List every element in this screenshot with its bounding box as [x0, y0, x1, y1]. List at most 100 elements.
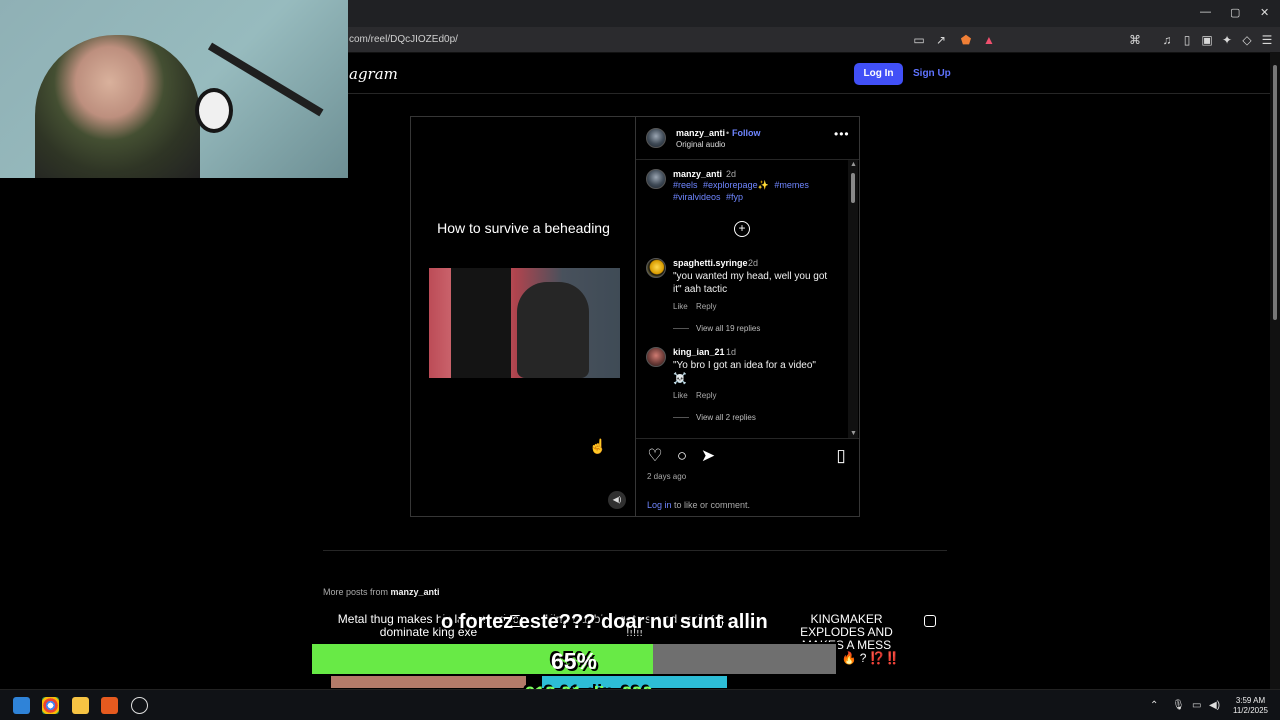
- page-scroll-thumb[interactable]: [1273, 65, 1277, 320]
- reel-icon: [924, 615, 936, 627]
- network-icon[interactable]: ▭: [1192, 700, 1201, 711]
- follow-link[interactable]: Follow: [732, 128, 761, 138]
- share-icon[interactable]: ➤: [699, 447, 717, 465]
- like-comment-button[interactable]: Like: [673, 391, 688, 400]
- comments-list: manzy_anti 2d #reels #explorepage✨ #meme…: [636, 160, 848, 438]
- comment-username[interactable]: spaghetti.syringe: [673, 258, 748, 268]
- clock-date: 11/2/2025: [1233, 706, 1268, 715]
- chrome-icon[interactable]: [42, 697, 59, 714]
- separator-dot: •: [726, 128, 730, 138]
- comment-text: "Yo bro I got an idea for a video": [673, 360, 816, 371]
- login-prompt: Log in to like or comment.: [647, 500, 750, 510]
- video-person: [451, 268, 511, 378]
- add-icon[interactable]: +: [734, 221, 750, 237]
- more-options-icon[interactable]: •••: [834, 127, 850, 141]
- divider: [636, 438, 859, 439]
- video-frame: [429, 268, 620, 378]
- login-button[interactable]: Log In: [854, 63, 903, 85]
- post-timestamp: 2 days ago: [647, 472, 687, 481]
- close-icon[interactable]: ✕: [1260, 6, 1269, 19]
- hashtag[interactable]: #memes: [774, 180, 809, 190]
- comment-time: 1d: [726, 347, 737, 357]
- scroll-down-icon[interactable]: ▼: [850, 430, 857, 437]
- more-posts-username[interactable]: manzy_anti: [391, 587, 440, 597]
- login-prompt-text: to like or comment.: [671, 500, 751, 510]
- clock-time: 3:59 AM: [1235, 696, 1266, 705]
- avatar[interactable]: [646, 169, 666, 189]
- webcam-overlay: [0, 0, 348, 178]
- reply-line: [673, 328, 689, 329]
- login-link[interactable]: Log in: [647, 500, 672, 510]
- maximize-icon[interactable]: ▢: [1230, 6, 1240, 19]
- donation-percent: 65%: [550, 648, 598, 674]
- reply-line: [673, 417, 689, 418]
- media-icon[interactable]: ♫: [1159, 32, 1175, 48]
- comment-text: "you wanted my head, well you got it" aa…: [673, 271, 828, 295]
- comment-icon[interactable]: ○: [673, 447, 691, 465]
- brave-icon[interactable]: [101, 697, 118, 714]
- microphone-icon[interactable]: 🎙: [1172, 700, 1185, 711]
- hashtag[interactable]: #viralvideos: [673, 192, 721, 202]
- signup-link[interactable]: Sign Up: [913, 68, 951, 79]
- brave-shield-icon[interactable]: ⬟: [958, 32, 974, 48]
- obs-icon[interactable]: [131, 697, 148, 714]
- vpn-icon[interactable]: ◇: [1239, 32, 1255, 48]
- heart-icon[interactable]: ♡: [646, 447, 664, 465]
- reply-button[interactable]: Reply: [696, 391, 716, 400]
- windows-start-icon[interactable]: [13, 697, 30, 714]
- windows-taskbar: ⌃ 🎙 ▭ ◀) 3:59 AM 11/2/2025: [0, 689, 1280, 720]
- ai-icon[interactable]: ✦: [1219, 32, 1235, 48]
- reply-button[interactable]: Reply: [696, 302, 716, 311]
- comment-username[interactable]: king_ian_21: [673, 347, 725, 357]
- share-icon[interactable]: ↗: [933, 32, 949, 48]
- scroll-up-icon[interactable]: ▲: [850, 161, 857, 168]
- minimize-icon[interactable]: —: [1200, 6, 1211, 18]
- comment-time: 2d: [748, 258, 759, 268]
- reader-mode-icon[interactable]: ⌘: [1127, 32, 1143, 48]
- tray-up-icon[interactable]: ⌃: [1150, 700, 1158, 711]
- menu-icon[interactable]: ☰: [1259, 32, 1275, 48]
- url-text[interactable]: com/reel/DQcJIOZEd0p/: [349, 34, 458, 45]
- comments-scrollbar[interactable]: ▲ ▼: [848, 160, 858, 438]
- caption-tags: #reels #explorepage✨ #memes #viralvideos…: [673, 179, 823, 203]
- skull-emoji: ☠️: [673, 373, 687, 385]
- instagram-logo[interactable]: agram: [349, 65, 398, 83]
- view-replies-button[interactable]: View all 19 replies: [696, 324, 760, 333]
- caption-username[interactable]: manzy_anti: [673, 169, 722, 179]
- video-title: How to survive a beheading: [437, 220, 610, 236]
- stream-headline: o fortez este??? doar nu sunt allin: [441, 611, 768, 633]
- post-username[interactable]: manzy_anti: [676, 128, 725, 138]
- bookmark-icon[interactable]: ▯: [832, 447, 850, 465]
- mouse-cursor-icon: ☝: [589, 438, 607, 454]
- wallet-icon[interactable]: ▣: [1199, 32, 1215, 48]
- page-scrollbar[interactable]: [1270, 53, 1280, 689]
- volume-icon[interactable]: ◀): [1209, 700, 1220, 711]
- hashtag[interactable]: #fyp: [726, 192, 743, 202]
- sidebar-icon[interactable]: ▯: [1179, 32, 1195, 48]
- avatar[interactable]: [646, 347, 666, 367]
- view-replies-button[interactable]: View all 2 replies: [696, 413, 756, 422]
- mute-button[interactable]: ◀): [608, 491, 626, 509]
- cast-icon[interactable]: ▭: [911, 32, 927, 48]
- taskbar-clock[interactable]: 3:59 AM 11/2/2025: [1228, 696, 1273, 716]
- video-person: [517, 282, 589, 378]
- hashtag[interactable]: #explorepage✨: [703, 180, 769, 190]
- hashtag[interactable]: #reels: [673, 180, 698, 190]
- more-posts-prefix: More posts from: [323, 587, 391, 597]
- avatar[interactable]: [646, 258, 666, 278]
- donation-progress-bar: 65%: [310, 642, 838, 676]
- caption-time: 2d: [726, 169, 737, 179]
- section-divider: [323, 550, 947, 551]
- brave-rewards-icon[interactable]: ▲: [981, 32, 997, 48]
- avatar[interactable]: [646, 128, 666, 148]
- streamer-video: [35, 35, 200, 178]
- more-posts-heading: More posts from manzy_anti: [323, 587, 440, 597]
- reel-post: How to survive a beheading ◀) manzy_anti…: [410, 116, 860, 517]
- reel-video[interactable]: How to survive a beheading ◀): [411, 117, 636, 516]
- file-explorer-icon[interactable]: [72, 697, 89, 714]
- post-side-panel: manzy_anti • Follow Original audio ••• m…: [636, 117, 859, 516]
- like-comment-button[interactable]: Like: [673, 302, 688, 311]
- microphone: [195, 88, 233, 133]
- scroll-thumb[interactable]: [851, 173, 855, 203]
- audio-label[interactable]: Original audio: [676, 140, 725, 149]
